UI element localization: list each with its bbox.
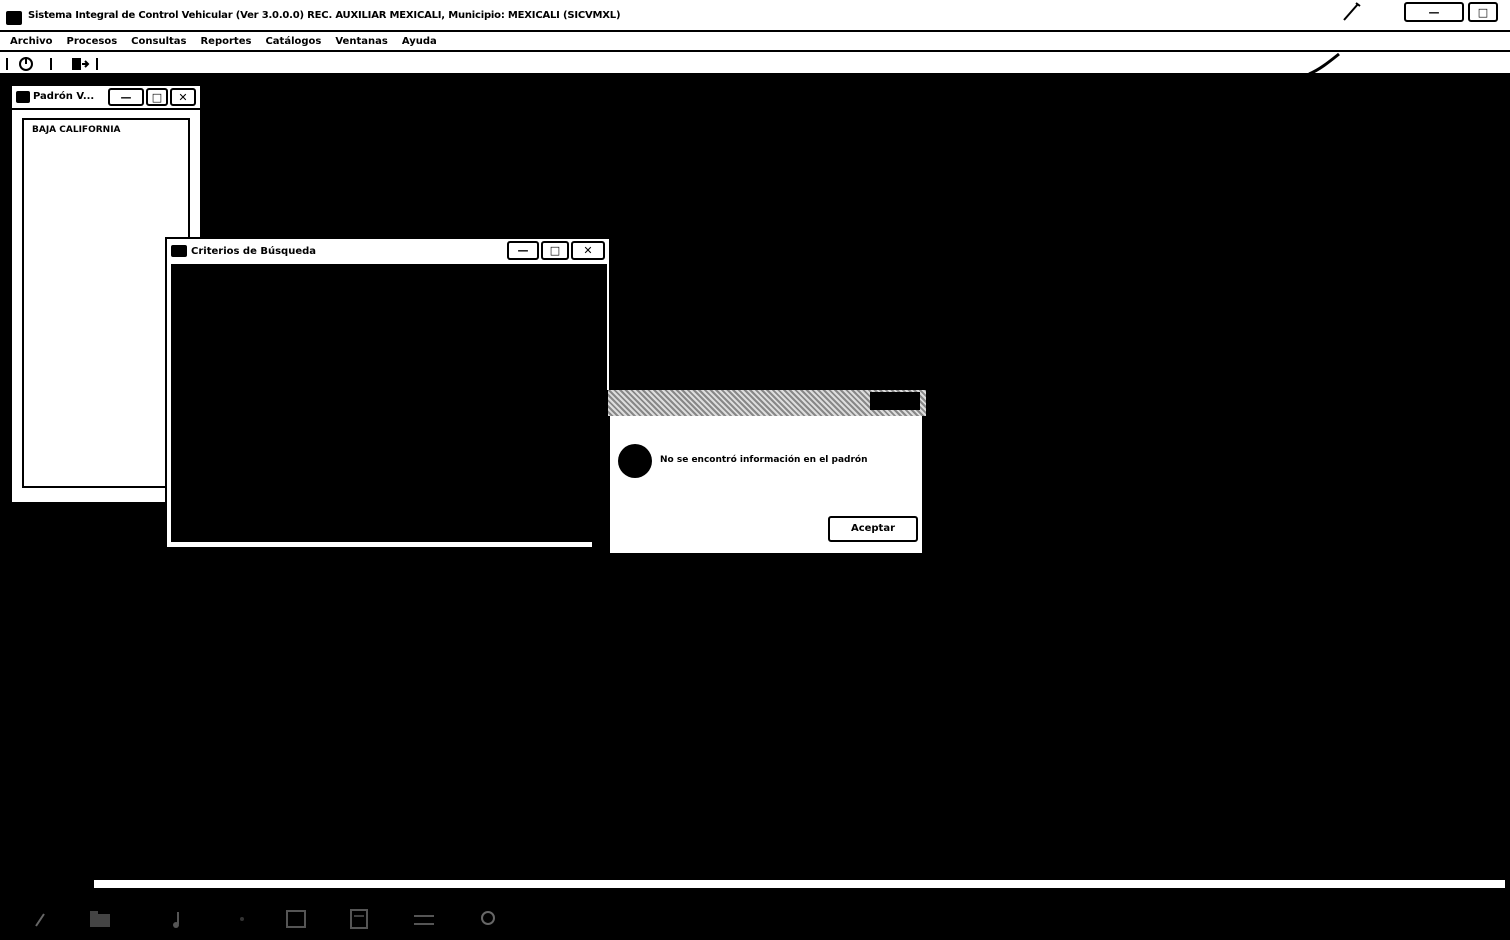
minimize-button[interactable]: — (1404, 2, 1464, 22)
padron-maximize-button[interactable]: □ (146, 88, 168, 106)
exit-icon[interactable] (70, 56, 90, 72)
pen-icon (1343, 2, 1361, 21)
criterios-title-bar: Criterios de Búsqueda — □ ✕ (167, 239, 609, 264)
menu-procesos[interactable]: Procesos (67, 36, 118, 47)
criterios-close-button[interactable]: ✕ (571, 241, 605, 260)
menu-bar: Archivo Procesos Consultas Reportes Catá… (0, 32, 1510, 52)
documents-icon[interactable] (348, 908, 372, 930)
app-icon (6, 11, 22, 25)
menu-catalogos[interactable]: Catálogos (265, 36, 321, 47)
menu-consultas[interactable]: Consultas (131, 36, 186, 47)
list-item[interactable]: BAJA CALIFORNIA (32, 125, 121, 135)
toolbar-separator (6, 58, 8, 70)
menu-reportes[interactable]: Reportes (200, 36, 251, 47)
maximize-icon: □ (549, 244, 561, 257)
toolbar-separator (50, 58, 52, 70)
settings-icon[interactable] (230, 908, 254, 930)
menu-ayuda[interactable]: Ayuda (402, 36, 437, 47)
window-icon (16, 91, 30, 103)
toolbar (0, 52, 1510, 76)
padron-title: Padrón V... (33, 91, 95, 102)
power-icon[interactable] (16, 56, 36, 72)
window-title: Sistema Integral de Control Vehicular (V… (28, 10, 621, 21)
criterios-title: Criterios de Búsqueda (191, 246, 317, 257)
maximize-icon: □ (1477, 5, 1489, 19)
menu-archivo[interactable]: Archivo (10, 36, 53, 47)
info-icon (618, 444, 652, 478)
dialog-close-button[interactable] (870, 392, 920, 410)
maximize-icon: □ (151, 90, 163, 104)
minimize-icon: — (120, 90, 132, 104)
window-icon[interactable] (284, 908, 308, 930)
minimize-icon: — (1428, 5, 1440, 19)
status-block (10, 880, 94, 888)
criterios-content-area (171, 264, 607, 542)
dialog-title-bar (608, 390, 926, 416)
status-bar (10, 878, 1505, 888)
toolbar-separator (96, 58, 98, 70)
music-icon[interactable] (166, 908, 190, 930)
search-icon[interactable] (478, 908, 502, 930)
window-icon (171, 245, 187, 257)
padron-title-bar: Padrón V... — □ ✕ (12, 86, 200, 110)
minimize-icon: — (517, 244, 529, 257)
dialog-message: No se encontró información en el padrón (660, 455, 868, 465)
criterios-minimize-button[interactable]: — (507, 241, 539, 260)
accept-button[interactable]: Aceptar (828, 516, 918, 542)
padron-minimize-button[interactable]: — (108, 88, 144, 106)
maximize-button[interactable]: □ (1468, 2, 1498, 22)
close-icon: ✕ (178, 90, 188, 104)
criterios-window: Criterios de Búsqueda — □ ✕ (165, 237, 611, 549)
main-title-bar: Sistema Integral de Control Vehicular (V… (0, 0, 1510, 32)
criterios-maximize-button[interactable]: □ (541, 241, 569, 260)
message-dialog: No se encontró información en el padrón … (592, 390, 928, 555)
padron-close-button[interactable]: ✕ (170, 88, 196, 106)
start-icon[interactable] (30, 908, 54, 930)
dialog-body: No se encontró información en el padrón … (608, 416, 922, 553)
pen-stroke-icon (1308, 52, 1340, 76)
terminal-icon[interactable] (412, 908, 436, 930)
close-icon: ✕ (583, 244, 593, 257)
taskbar (0, 888, 1510, 940)
menu-ventanas[interactable]: Ventanas (335, 36, 387, 47)
file-manager-icon[interactable] (88, 908, 112, 930)
